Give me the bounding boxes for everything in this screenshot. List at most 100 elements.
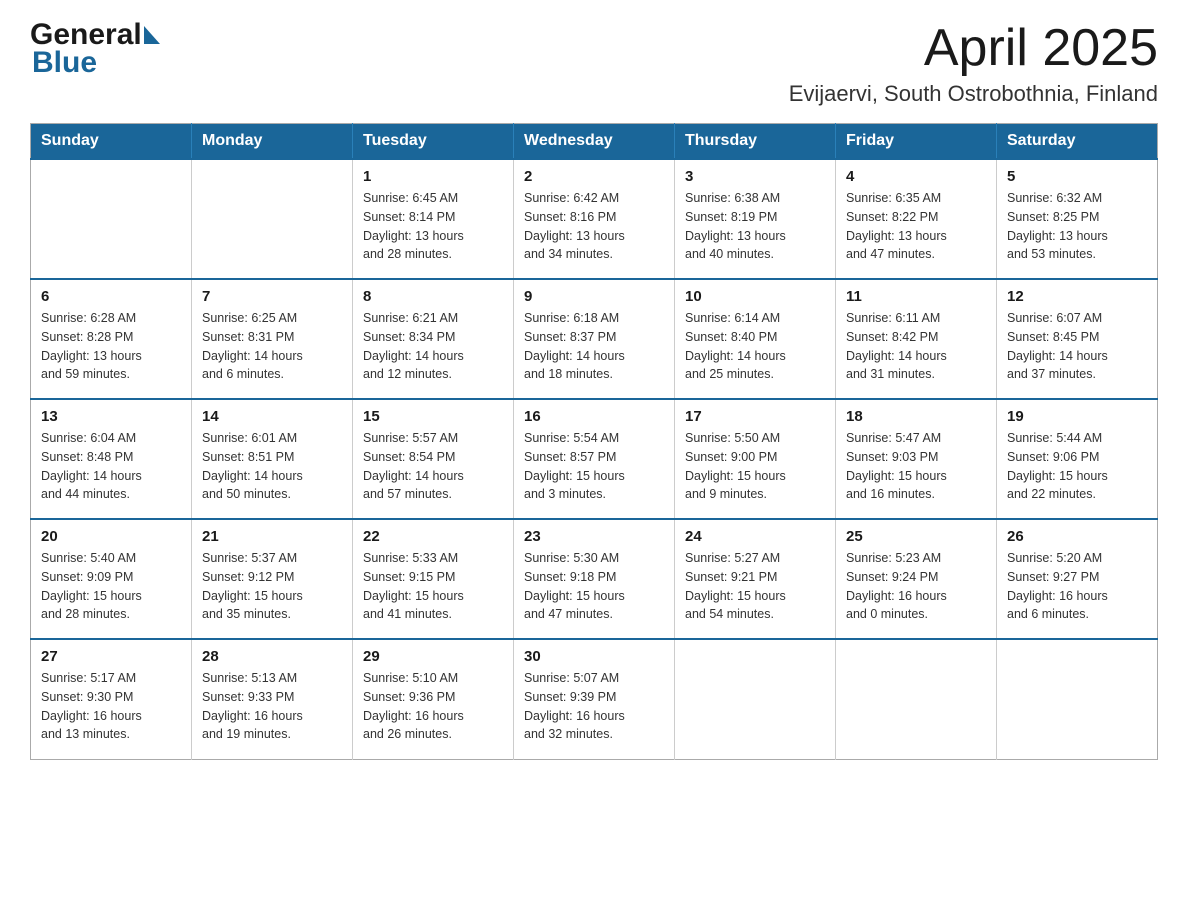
- day-number: 4: [846, 168, 986, 185]
- day-number: 28: [202, 648, 342, 665]
- calendar-cell: 24 Sunrise: 5:27 AM Sunset: 9:21 PM Dayli…: [675, 519, 836, 639]
- calendar-cell: 19 Sunrise: 5:44 AM Sunset: 9:06 PM Dayli…: [997, 399, 1158, 519]
- day-number: 11: [846, 288, 986, 305]
- calendar-cell: [675, 639, 836, 759]
- calendar-cell: [836, 639, 997, 759]
- calendar-header-row: SundayMondayTuesdayWednesdayThursdayFrid…: [31, 124, 1158, 160]
- day-info: Sunrise: 5:23 AM Sunset: 9:24 PM Dayligh…: [846, 549, 986, 624]
- calendar-cell: 27 Sunrise: 5:17 AM Sunset: 9:30 PM Dayli…: [31, 639, 192, 759]
- calendar-cell: 2Sunrise: 6:42 AM Sunset: 8:16 PM Daylig…: [514, 159, 675, 279]
- logo: General Blue: [30, 20, 160, 80]
- day-info: Sunrise: 6:18 AM Sunset: 8:37 PM Dayligh…: [524, 309, 664, 384]
- calendar-week-row: 6 Sunrise: 6:28 AM Sunset: 8:28 PM Daylig…: [31, 279, 1158, 399]
- calendar-cell: 22 Sunrise: 5:33 AM Sunset: 9:15 PM Dayli…: [353, 519, 514, 639]
- calendar-cell: 4 Sunrise: 6:35 AM Sunset: 8:22 PM Daylig…: [836, 159, 997, 279]
- day-number: 25: [846, 528, 986, 545]
- day-info: Sunrise: 6:28 AM Sunset: 8:28 PM Dayligh…: [41, 309, 181, 384]
- day-info: Sunrise: 5:33 AM Sunset: 9:15 PM Dayligh…: [363, 549, 503, 624]
- day-info: Sunrise: 5:13 AM Sunset: 9:33 PM Dayligh…: [202, 669, 342, 744]
- calendar-cell: 10Sunrise: 6:14 AM Sunset: 8:40 PM Dayli…: [675, 279, 836, 399]
- day-info: Sunrise: 6:04 AM Sunset: 8:48 PM Dayligh…: [41, 429, 181, 504]
- calendar-cell: [997, 639, 1158, 759]
- calendar-cell: 21 Sunrise: 5:37 AM Sunset: 9:12 PM Dayli…: [192, 519, 353, 639]
- calendar-cell: 7 Sunrise: 6:25 AM Sunset: 8:31 PM Daylig…: [192, 279, 353, 399]
- day-info: Sunrise: 6:45 AM Sunset: 8:14 PM Dayligh…: [363, 189, 503, 264]
- logo-blue-text: Blue: [32, 46, 160, 80]
- day-number: 26: [1007, 528, 1147, 545]
- day-number: 18: [846, 408, 986, 425]
- calendar-header: SundayMondayTuesdayWednesdayThursdayFrid…: [31, 124, 1158, 160]
- calendar-header-day: Sunday: [31, 124, 192, 160]
- day-number: 30: [524, 648, 664, 665]
- day-info: Sunrise: 6:25 AM Sunset: 8:31 PM Dayligh…: [202, 309, 342, 384]
- day-info: Sunrise: 5:40 AM Sunset: 9:09 PM Dayligh…: [41, 549, 181, 624]
- day-info: Sunrise: 5:30 AM Sunset: 9:18 PM Dayligh…: [524, 549, 664, 624]
- calendar-header-day: Monday: [192, 124, 353, 160]
- day-info: Sunrise: 5:37 AM Sunset: 9:12 PM Dayligh…: [202, 549, 342, 624]
- day-info: Sunrise: 5:50 AM Sunset: 9:00 PM Dayligh…: [685, 429, 825, 504]
- day-number: 27: [41, 648, 181, 665]
- calendar-week-row: 20 Sunrise: 5:40 AM Sunset: 9:09 PM Dayli…: [31, 519, 1158, 639]
- day-number: 21: [202, 528, 342, 545]
- day-number: 7: [202, 288, 342, 305]
- day-number: 16: [524, 408, 664, 425]
- day-info: Sunrise: 5:44 AM Sunset: 9:06 PM Dayligh…: [1007, 429, 1147, 504]
- month-title: April 2025: [789, 20, 1158, 77]
- page-header: General Blue April 2025 Evijaervi, South…: [30, 20, 1158, 107]
- calendar-header-day: Thursday: [675, 124, 836, 160]
- calendar-week-row: 27 Sunrise: 5:17 AM Sunset: 9:30 PM Dayli…: [31, 639, 1158, 759]
- calendar-cell: 20 Sunrise: 5:40 AM Sunset: 9:09 PM Dayli…: [31, 519, 192, 639]
- day-number: 24: [685, 528, 825, 545]
- calendar-week-row: 13Sunrise: 6:04 AM Sunset: 8:48 PM Dayli…: [31, 399, 1158, 519]
- calendar-cell: 29Sunrise: 5:10 AM Sunset: 9:36 PM Dayli…: [353, 639, 514, 759]
- calendar-cell: 1Sunrise: 6:45 AM Sunset: 8:14 PM Daylig…: [353, 159, 514, 279]
- day-number: 5: [1007, 168, 1147, 185]
- day-number: 29: [363, 648, 503, 665]
- calendar-cell: 28 Sunrise: 5:13 AM Sunset: 9:33 PM Dayli…: [192, 639, 353, 759]
- day-info: Sunrise: 6:11 AM Sunset: 8:42 PM Dayligh…: [846, 309, 986, 384]
- day-info: Sunrise: 5:17 AM Sunset: 9:30 PM Dayligh…: [41, 669, 181, 744]
- calendar-cell: 17Sunrise: 5:50 AM Sunset: 9:00 PM Dayli…: [675, 399, 836, 519]
- day-number: 19: [1007, 408, 1147, 425]
- calendar-week-row: 1Sunrise: 6:45 AM Sunset: 8:14 PM Daylig…: [31, 159, 1158, 279]
- day-info: Sunrise: 6:21 AM Sunset: 8:34 PM Dayligh…: [363, 309, 503, 384]
- day-number: 6: [41, 288, 181, 305]
- calendar-cell: 23 Sunrise: 5:30 AM Sunset: 9:18 PM Dayli…: [514, 519, 675, 639]
- day-info: Sunrise: 5:54 AM Sunset: 8:57 PM Dayligh…: [524, 429, 664, 504]
- logo-chevron-icon: [144, 26, 160, 44]
- calendar-cell: 5 Sunrise: 6:32 AM Sunset: 8:25 PM Daylig…: [997, 159, 1158, 279]
- day-number: 8: [363, 288, 503, 305]
- day-info: Sunrise: 6:32 AM Sunset: 8:25 PM Dayligh…: [1007, 189, 1147, 264]
- day-info: Sunrise: 5:27 AM Sunset: 9:21 PM Dayligh…: [685, 549, 825, 624]
- calendar-cell: 26Sunrise: 5:20 AM Sunset: 9:27 PM Dayli…: [997, 519, 1158, 639]
- day-info: Sunrise: 6:01 AM Sunset: 8:51 PM Dayligh…: [202, 429, 342, 504]
- calendar-cell: [31, 159, 192, 279]
- calendar-cell: 25 Sunrise: 5:23 AM Sunset: 9:24 PM Dayli…: [836, 519, 997, 639]
- calendar-cell: [192, 159, 353, 279]
- calendar-cell: 6 Sunrise: 6:28 AM Sunset: 8:28 PM Daylig…: [31, 279, 192, 399]
- day-number: 20: [41, 528, 181, 545]
- calendar-header-day: Saturday: [997, 124, 1158, 160]
- day-number: 23: [524, 528, 664, 545]
- calendar-cell: 14 Sunrise: 6:01 AM Sunset: 8:51 PM Dayli…: [192, 399, 353, 519]
- day-info: Sunrise: 5:07 AM Sunset: 9:39 PM Dayligh…: [524, 669, 664, 744]
- day-info: Sunrise: 6:14 AM Sunset: 8:40 PM Dayligh…: [685, 309, 825, 384]
- day-info: Sunrise: 6:38 AM Sunset: 8:19 PM Dayligh…: [685, 189, 825, 264]
- calendar-cell: 9Sunrise: 6:18 AM Sunset: 8:37 PM Daylig…: [514, 279, 675, 399]
- calendar-cell: 3 Sunrise: 6:38 AM Sunset: 8:19 PM Daylig…: [675, 159, 836, 279]
- day-number: 14: [202, 408, 342, 425]
- day-number: 12: [1007, 288, 1147, 305]
- calendar-cell: 11 Sunrise: 6:11 AM Sunset: 8:42 PM Dayli…: [836, 279, 997, 399]
- location-title: Evijaervi, South Ostrobothnia, Finland: [789, 81, 1158, 107]
- day-number: 3: [685, 168, 825, 185]
- calendar-cell: 12 Sunrise: 6:07 AM Sunset: 8:45 PM Dayli…: [997, 279, 1158, 399]
- day-number: 2: [524, 168, 664, 185]
- calendar-table: SundayMondayTuesdayWednesdayThursdayFrid…: [30, 123, 1158, 760]
- calendar-cell: 30 Sunrise: 5:07 AM Sunset: 9:39 PM Dayli…: [514, 639, 675, 759]
- day-info: Sunrise: 6:35 AM Sunset: 8:22 PM Dayligh…: [846, 189, 986, 264]
- calendar-cell: 8 Sunrise: 6:21 AM Sunset: 8:34 PM Daylig…: [353, 279, 514, 399]
- calendar-header-day: Friday: [836, 124, 997, 160]
- day-number: 22: [363, 528, 503, 545]
- calendar-cell: 13Sunrise: 6:04 AM Sunset: 8:48 PM Dayli…: [31, 399, 192, 519]
- day-info: Sunrise: 6:07 AM Sunset: 8:45 PM Dayligh…: [1007, 309, 1147, 384]
